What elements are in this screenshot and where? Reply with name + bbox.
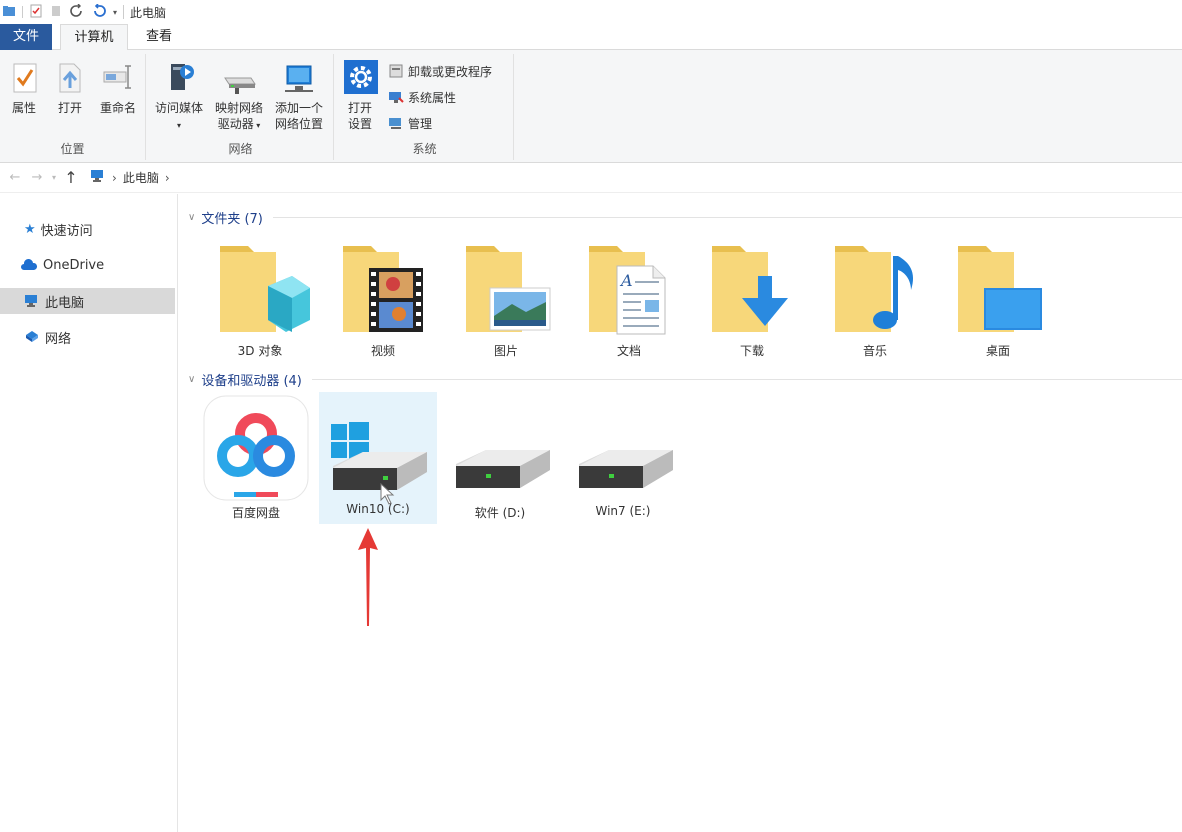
group-label-network: 网络	[228, 142, 253, 156]
drive-win10-c[interactable]: Win10 (C:)	[319, 392, 437, 524]
rename-button[interactable]: 重命名	[94, 58, 142, 116]
new-folder-icon[interactable]	[49, 4, 63, 21]
ribbon-group-system: 打开 设置 卸载或更改程序 系统属性 管理 系统	[336, 54, 514, 160]
red-annotation-arrow-icon	[358, 528, 378, 626]
ribbon-group-location: 属性 打开 重命名 位置	[0, 54, 146, 160]
tab-computer[interactable]: 计算机	[60, 24, 128, 51]
window-title: 此电脑	[130, 5, 167, 20]
system-properties-button[interactable]: 系统属性	[388, 88, 456, 106]
breadcrumb: › 此电脑 ›	[90, 169, 170, 186]
properties-check-icon[interactable]	[29, 4, 43, 21]
desktop-folder-icon	[958, 246, 1042, 332]
navigation-pane: ★ 快速访问 OneDrive 此电脑 网络	[0, 194, 178, 832]
ribbon-group-network: 访问媒体 ▾ 映射网络 驱动器 ▾ 添加一个 网络位置 网络	[148, 54, 334, 160]
downloads-folder-icon	[712, 246, 788, 332]
windows-system-drive-icon	[331, 422, 427, 505]
customize-toolbar-chevron-icon[interactable]: ▾	[113, 8, 117, 17]
drive-win7-e[interactable]: Win7 (E:)	[565, 394, 681, 524]
up-arrow-icon[interactable]: ↑	[60, 168, 82, 187]
breadcrumb-chevron-icon[interactable]: ›	[165, 171, 170, 185]
map-network-drive-button[interactable]: 映射网络 驱动器 ▾	[210, 58, 268, 134]
navigation-bar: ← → ▾ ↑ › 此电脑 ›	[0, 163, 1182, 193]
folder-icon[interactable]	[2, 4, 16, 21]
videos-folder-icon	[343, 246, 423, 332]
tab-view[interactable]: 查看	[136, 24, 182, 50]
sidebar-item-onedrive[interactable]: OneDrive	[0, 252, 175, 278]
content-pane: ∨ 文件夹 (7) 3D 对象 视频 图片 A 文档 下载 音乐 桌面 ∨ 设备…	[180, 194, 1182, 832]
group-label-system: 系统	[412, 142, 437, 156]
drive-baidu-netdisk[interactable]: 百度网盘	[198, 394, 314, 524]
open-settings-button[interactable]: 打开 设置	[340, 58, 380, 132]
folder-pictures[interactable]: 图片	[456, 240, 556, 360]
properties-icon	[13, 63, 37, 93]
network-drive-icon	[224, 77, 256, 94]
recent-locations-chevron-icon[interactable]: ▾	[48, 173, 60, 182]
breadcrumb-item-this-pc[interactable]: 此电脑	[123, 169, 159, 186]
ribbon-tabs: 文件 计算机 查看	[0, 24, 1182, 51]
collapse-chevron-icon[interactable]: ∨	[188, 212, 195, 223]
cloud-icon	[21, 259, 37, 270]
settings-gear-icon	[344, 60, 378, 94]
folder-3d-objects[interactable]: 3D 对象	[210, 240, 310, 360]
svg-text:A: A	[619, 271, 633, 290]
baidu-netdisk-icon	[203, 395, 309, 501]
drive-icon	[579, 450, 673, 488]
quick-access-toolbar: ▾	[0, 2, 117, 21]
properties-button[interactable]: 属性	[4, 58, 44, 116]
this-pc-icon	[90, 169, 106, 186]
folder-documents[interactable]: A 文档	[579, 240, 679, 360]
ribbon: 属性 打开 重命名 位置 访问媒体 ▾ 映射网络 驱动器 ▾ 添加一个 网络位置…	[0, 50, 1182, 163]
back-arrow-icon[interactable]: ←	[4, 170, 26, 185]
3d-objects-folder-icon	[220, 246, 310, 332]
rename-icon	[103, 65, 131, 89]
system-properties-icon	[389, 92, 404, 103]
drive-software-d[interactable]: 软件 (D:)	[442, 394, 558, 524]
folder-desktop[interactable]: 桌面	[948, 240, 1048, 360]
tab-file[interactable]: 文件	[0, 24, 52, 50]
title-bar: ▾ 此电脑	[0, 0, 1182, 24]
network-icon	[26, 331, 38, 342]
undo-icon[interactable]	[91, 2, 107, 21]
documents-folder-icon: A	[589, 246, 666, 335]
breadcrumb-separator-icon: ›	[112, 170, 117, 185]
uninstall-program-button[interactable]: 卸载或更改程序	[388, 62, 492, 80]
group-label-location: 位置	[60, 142, 85, 156]
media-icon	[171, 64, 194, 90]
manage-icon	[389, 118, 401, 129]
folder-music[interactable]: 音乐	[825, 240, 925, 360]
pictures-folder-icon	[466, 246, 551, 332]
open-button[interactable]: 打开	[50, 58, 90, 116]
star-icon: ★	[24, 221, 36, 237]
open-icon	[59, 63, 81, 93]
folder-videos[interactable]: 视频	[333, 240, 433, 360]
redo-icon[interactable]	[69, 3, 85, 21]
uninstall-icon	[389, 64, 403, 78]
manage-button[interactable]: 管理	[388, 114, 432, 132]
drive-icon	[456, 450, 550, 488]
access-media-button[interactable]: 访问媒体 ▾	[150, 58, 208, 134]
this-pc-icon	[25, 295, 37, 307]
folder-downloads[interactable]: 下载	[702, 240, 802, 360]
section-header-devices[interactable]: ∨ 设备和驱动器 (4)	[188, 370, 1182, 389]
sidebar-item-network[interactable]: 网络	[0, 324, 175, 350]
sidebar-item-this-pc[interactable]: 此电脑	[0, 288, 175, 314]
network-location-icon	[285, 65, 313, 92]
section-header-folders[interactable]: ∨ 文件夹 (7)	[188, 208, 1182, 227]
forward-arrow-icon[interactable]: →	[26, 170, 48, 185]
music-folder-icon	[835, 246, 914, 332]
add-network-location-button[interactable]: 添加一个 网络位置	[270, 58, 328, 132]
collapse-chevron-icon[interactable]: ∨	[188, 374, 195, 385]
sidebar-item-quick-access[interactable]: ★ 快速访问	[0, 216, 175, 242]
